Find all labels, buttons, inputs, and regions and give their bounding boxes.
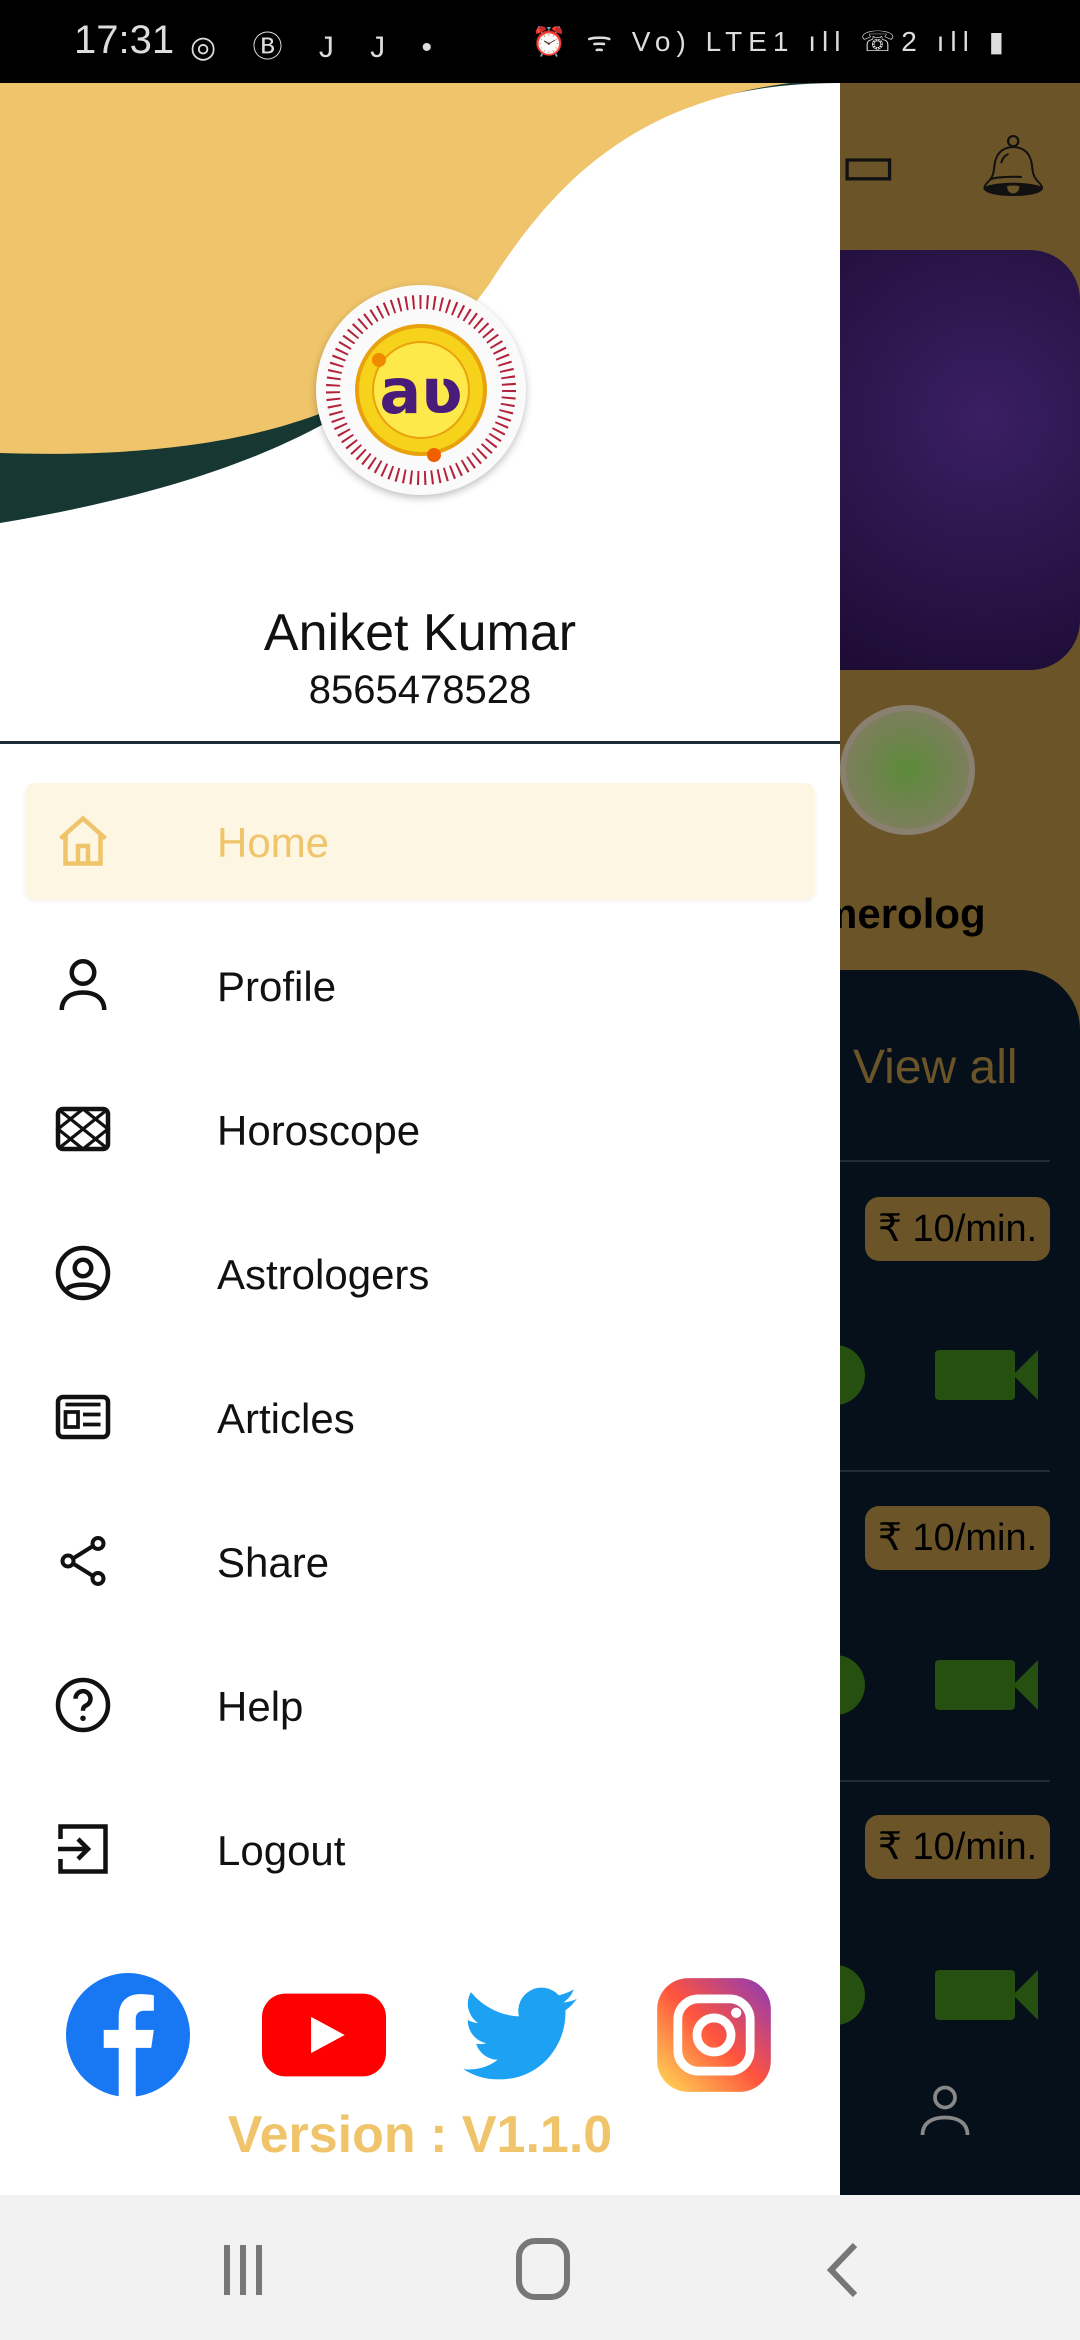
app-version: Version : V1.1.0 bbox=[227, 2106, 613, 2164]
home-button[interactable] bbox=[503, 2235, 583, 2305]
help-icon bbox=[55, 1677, 111, 1733]
back-button[interactable] bbox=[805, 2235, 885, 2305]
home-icon bbox=[59, 815, 107, 866]
menu-label: Home bbox=[217, 819, 330, 866]
app-logo: aʋ bbox=[316, 285, 526, 495]
bell-icon: 🔔︎ bbox=[975, 132, 1052, 199]
facebook-icon[interactable] bbox=[66, 1973, 190, 2097]
row-divider bbox=[840, 1160, 1050, 1162]
menu-label: Help bbox=[217, 1683, 304, 1730]
status-time: 17:31 bbox=[74, 18, 175, 62]
twitter-icon[interactable] bbox=[458, 1973, 582, 2097]
user-name: Aniket Kumar bbox=[263, 604, 577, 662]
menu-item-help[interactable]: Help bbox=[25, 1647, 815, 1764]
menu-label: Horoscope bbox=[217, 1107, 421, 1154]
menu-label: Astrologers bbox=[217, 1251, 430, 1298]
share-icon bbox=[60, 1535, 106, 1586]
video-call-icon bbox=[935, 1660, 1038, 1710]
wallet-icon: ▭ bbox=[840, 131, 897, 198]
youtube-icon[interactable] bbox=[262, 1973, 386, 2097]
view-all-link: View all bbox=[853, 1041, 1018, 1094]
system-navigation-bar bbox=[0, 2195, 1080, 2340]
account-circle-icon bbox=[55, 1245, 111, 1301]
row-divider bbox=[840, 1470, 1050, 1472]
person-icon bbox=[59, 959, 107, 1011]
navigation-drawer: aʋ Aniket Kumar 8565478528 Home Profile … bbox=[0, 83, 840, 2195]
user-phone: 8565478528 bbox=[308, 668, 532, 712]
horoscope-icon bbox=[55, 1106, 111, 1152]
newspaper-icon bbox=[55, 1394, 111, 1440]
menu-label: Profile bbox=[217, 963, 337, 1010]
status-bar: 17:31 ◎ Ⓑ J J • ⏰ ᯤ Vo) LTE1 ıll ☏2 ıll … bbox=[0, 0, 1080, 83]
price-badge: ₹ 10/min. bbox=[865, 1506, 1050, 1570]
price-badge: ₹ 10/min. bbox=[865, 1815, 1050, 1879]
menu-item-articles[interactable]: Articles bbox=[25, 1359, 815, 1476]
system-icons: ⏰ ᯤ Vo) LTE1 ıll ☏2 ıll ▮ bbox=[531, 26, 1010, 57]
svg-text:aʋ: aʋ bbox=[379, 355, 462, 428]
header-divider bbox=[0, 741, 840, 744]
row-divider bbox=[840, 1780, 1050, 1782]
price-badge: ₹ 10/min. bbox=[865, 1197, 1050, 1261]
profile-tab-icon bbox=[920, 2085, 970, 2136]
menu-item-home[interactable]: Home bbox=[25, 783, 815, 900]
menu-label: Share bbox=[217, 1539, 330, 1586]
numerology-icon bbox=[840, 705, 975, 835]
numerology-label: merolog bbox=[820, 890, 986, 937]
instagram-icon[interactable] bbox=[652, 1973, 776, 2097]
menu-item-logout[interactable]: Logout bbox=[25, 1791, 815, 1908]
menu-label: Logout bbox=[217, 1827, 346, 1874]
menu-item-profile[interactable]: Profile bbox=[25, 927, 815, 1044]
recent-apps-button[interactable] bbox=[203, 2235, 283, 2305]
video-call-icon bbox=[935, 1350, 1038, 1400]
notification-icons: ◎ Ⓑ J J • bbox=[190, 31, 447, 64]
banner-image bbox=[840, 250, 1080, 670]
menu-item-horoscope[interactable]: Horoscope bbox=[25, 1071, 815, 1188]
menu-label: Articles bbox=[217, 1395, 355, 1442]
menu-item-share[interactable]: Share bbox=[25, 1503, 815, 1620]
video-call-icon bbox=[935, 1970, 1038, 2020]
menu-item-astrologers[interactable]: Astrologers bbox=[25, 1215, 815, 1332]
logout-icon bbox=[58, 1824, 108, 1874]
